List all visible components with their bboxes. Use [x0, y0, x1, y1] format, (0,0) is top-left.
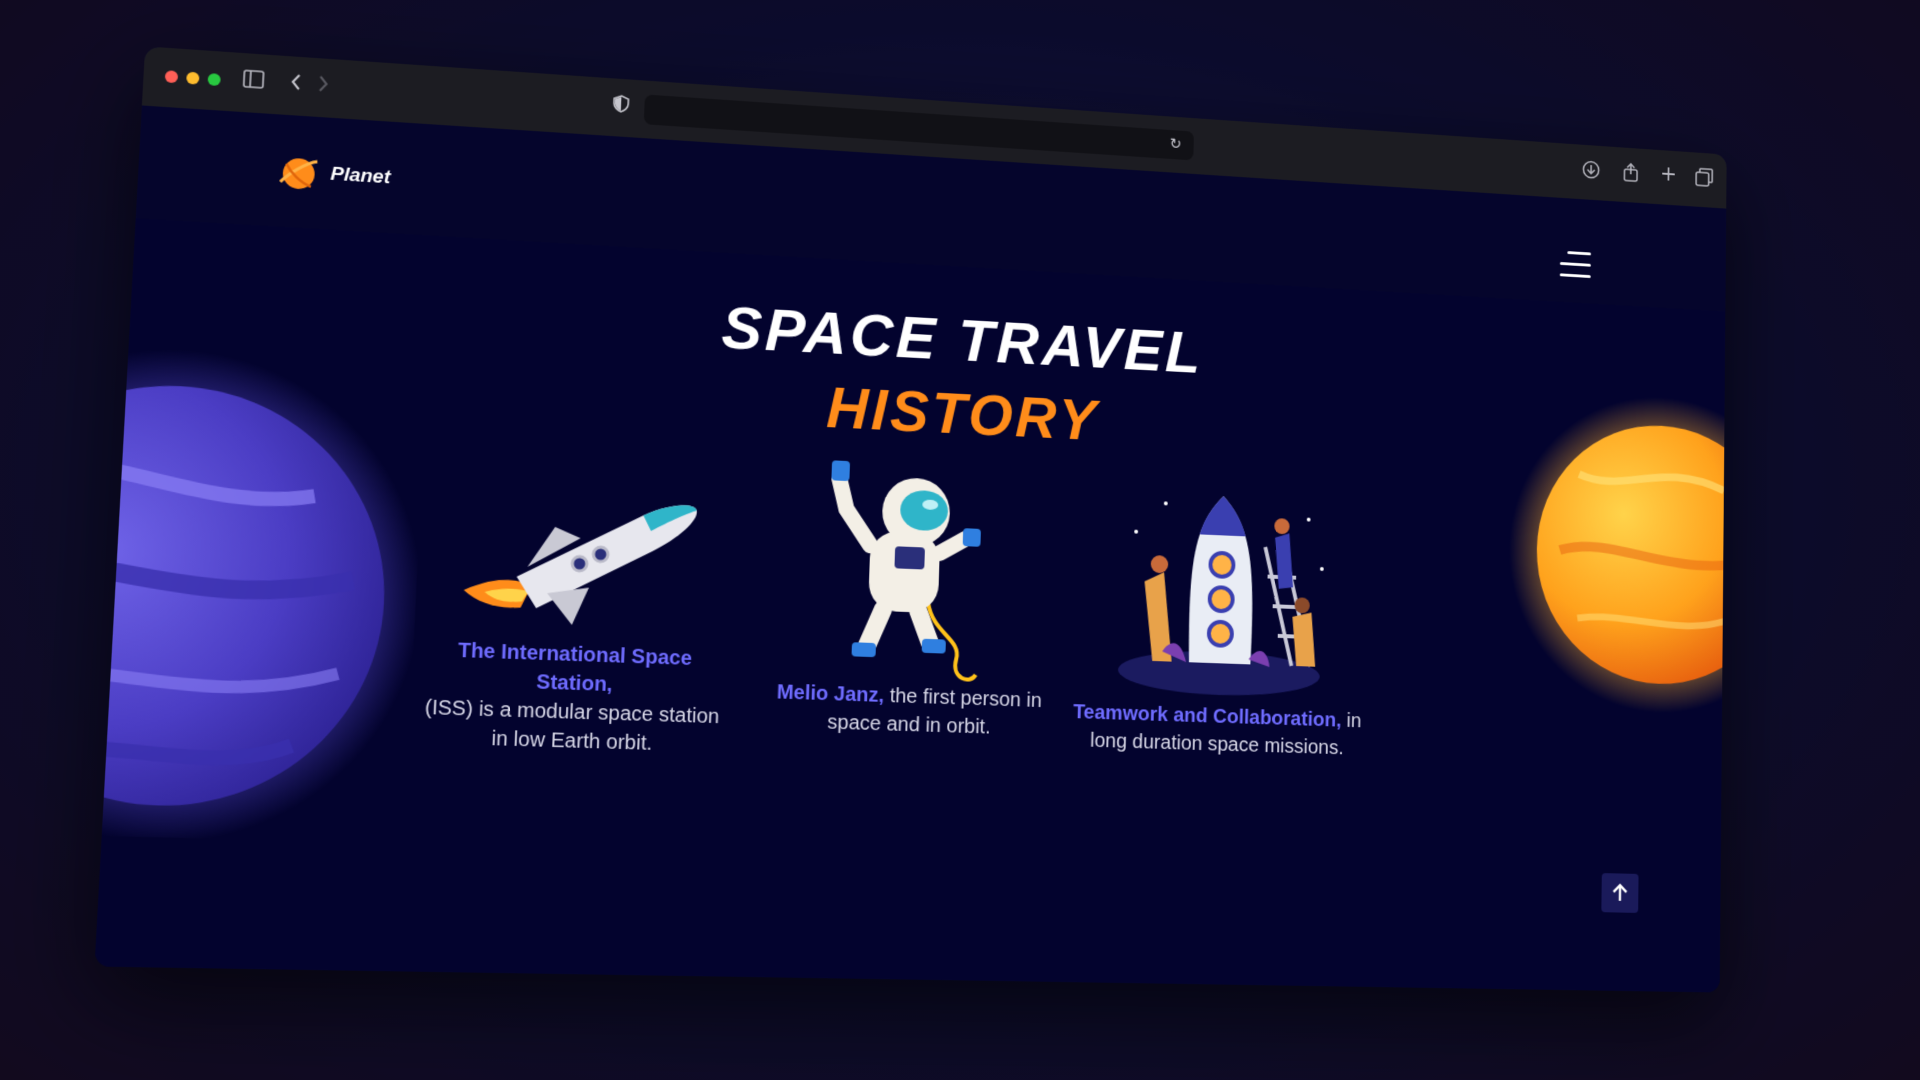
sidebar-icon[interactable] [241, 69, 265, 93]
rocket-illustration [451, 461, 706, 645]
browser-window: ↻ Planet SPACE TRAVEL HISTORY The Intern… [94, 46, 1726, 992]
scene-background: ↻ Planet SPACE TRAVEL HISTORY The Intern… [0, 0, 1920, 1080]
card-highlight: The International Space Station, [457, 639, 692, 696]
shield-icon[interactable] [609, 94, 632, 117]
card-text: Teamwork and Collaboration, in long dura… [1062, 698, 1371, 763]
download-icon[interactable] [1581, 160, 1601, 182]
share-icon[interactable] [1621, 162, 1641, 184]
feature-card-astronaut: Melio Janz, the first person in space an… [773, 446, 1051, 743]
feature-card-iss: The International Space Station, (ISS) i… [419, 460, 731, 760]
scroll-to-top-button[interactable] [1601, 873, 1638, 913]
teamwork-rocket-illustration [1103, 471, 1338, 706]
card-text: Melio Janz, the first person in space an… [773, 678, 1044, 743]
chevron-left-icon[interactable] [284, 72, 308, 96]
site-logo[interactable]: Planet [277, 151, 392, 199]
logo-text: Planet [330, 163, 391, 189]
planet-logo-icon [277, 151, 321, 194]
feature-card-teamwork: Teamwork and Collaboration, in long dura… [1062, 469, 1375, 763]
card-body: (ISS) is a modular space station in low … [424, 696, 719, 755]
card-highlight: Melio Janz, [776, 681, 884, 707]
astronaut-illustration [810, 448, 1016, 686]
card-text: The International Space Station, (ISS) i… [419, 635, 725, 760]
hamburger-menu-icon[interactable] [1560, 251, 1591, 279]
reload-icon[interactable]: ↻ [1165, 134, 1186, 157]
minimize-window-button[interactable] [186, 72, 199, 85]
close-window-button[interactable] [165, 70, 179, 83]
chevron-right-icon[interactable] [311, 74, 335, 98]
plus-icon[interactable] [1659, 165, 1679, 187]
card-highlight: Teamwork and Collaboration, [1073, 701, 1342, 731]
arrow-up-icon [1612, 883, 1629, 903]
web-page: Planet SPACE TRAVEL HISTORY The Internat… [94, 105, 1726, 992]
tabs-icon[interactable] [1694, 167, 1714, 189]
maximize-window-button[interactable] [207, 73, 220, 86]
